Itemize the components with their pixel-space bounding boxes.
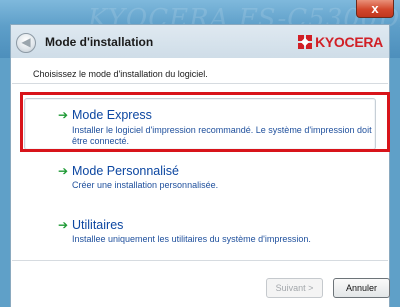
kyocera-logo: KYOCERA [298, 34, 383, 50]
back-arrow-icon[interactable]: ◀ [16, 33, 36, 53]
close-button[interactable]: x [356, 0, 394, 18]
instruction-text: Choisissez le mode d'installation du log… [33, 69, 208, 79]
arrow-right-icon: ➔ [58, 218, 69, 232]
footer-separator [12, 260, 388, 261]
installer-window: KYOCERA FS-C5300DN ... 9367 10 x ◀ Mode … [0, 0, 400, 307]
option-description: Créer une installation personnalisée. [72, 180, 219, 190]
kyocera-logo-icon [298, 35, 313, 49]
page-title: Mode d'installation [45, 35, 154, 49]
option-description: Installer le logiciel d'impression recom… [72, 125, 372, 146]
arrow-right-icon: ➔ [58, 164, 69, 178]
arrow-right-icon: ➔ [58, 108, 69, 122]
next-button[interactable]: Suivant > [266, 278, 323, 298]
header-separator [12, 83, 388, 84]
option-title[interactable]: Mode Personnalisé [72, 164, 179, 178]
wizard-header: ◀ Mode d'installation KYOCERA [10, 24, 390, 58]
cancel-button[interactable]: Annuler [333, 278, 390, 298]
option-title[interactable]: Utilitaires [72, 218, 123, 232]
option-title[interactable]: Mode Express [72, 108, 152, 122]
option-description: Installee uniquement les utilitaires du … [72, 234, 311, 244]
kyocera-logo-text: KYOCERA [315, 34, 383, 50]
